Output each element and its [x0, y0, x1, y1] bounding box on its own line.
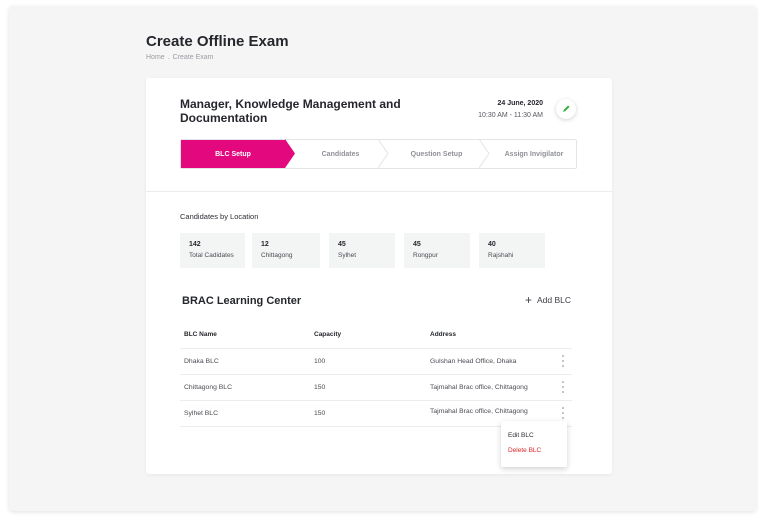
- table-row: Dhaka BLC 100 Gulshan Head Office, Dhaka: [180, 348, 572, 374]
- step-label: Question Setup: [410, 150, 463, 158]
- step-assign-invigilator[interactable]: Assign Invigilator: [491, 140, 577, 168]
- progress-stepper: BLC Setup Candidates Question Setup Assi…: [180, 139, 577, 169]
- step-chevron: [479, 139, 490, 169]
- page-title: Create Offline Exam: [146, 33, 289, 50]
- column-header-address: Address: [430, 331, 457, 338]
- stat-value: 40: [488, 241, 496, 248]
- blc-name: Dhaka BLC: [184, 358, 219, 365]
- more-vertical-icon[interactable]: [560, 407, 566, 419]
- stat-value: 45: [413, 241, 421, 248]
- blc-section-title: BRAC Learning Center: [182, 295, 302, 307]
- breadcrumb-separator: .: [167, 54, 170, 61]
- add-blc-label: Add BLC: [537, 295, 572, 305]
- exam-title: Manager, Knowledge Management and Docume…: [180, 97, 401, 125]
- stat-sylhet: 45 Sylhet: [329, 233, 395, 268]
- stat-label: Rajshahi: [488, 252, 514, 259]
- stat-total-candidates: 142 Total Cadidates: [180, 233, 245, 268]
- column-header-name: BLC Name: [184, 331, 217, 338]
- plus-icon: +: [525, 293, 533, 307]
- stat-chittagong: 12 Chittagong: [252, 233, 320, 268]
- candidates-by-location-label: Candidates by Location: [180, 212, 259, 221]
- step-label: Assign Invigilator: [504, 150, 564, 158]
- stat-label: Rongpur: [413, 252, 438, 259]
- stat-value: 12: [261, 241, 269, 248]
- table-row: Chittagong BLC 150 Tajmahal Brac office,…: [180, 374, 572, 400]
- stat-rongpur: 45 Rongpur: [404, 233, 470, 268]
- stat-label: Sylhet: [338, 252, 357, 259]
- more-vertical-icon[interactable]: [560, 381, 566, 393]
- stat-value: 142: [189, 241, 201, 248]
- blc-address: Tajmahal Brac office, Chittagong: [430, 384, 528, 391]
- blc-address: Tajmahal Brac office, Chittagong: [430, 408, 528, 415]
- column-header-capacity: Capacity: [314, 331, 342, 338]
- exam-date: 24 June, 2020: [497, 100, 543, 107]
- blc-address: Gulshan Head Office, Dhaka: [430, 358, 517, 365]
- row-context-menu: Edit BLC Delete BLC: [501, 421, 567, 467]
- step-label: Candidates: [321, 150, 360, 158]
- stat-label: Chittagong: [261, 252, 293, 259]
- section-divider: [146, 191, 612, 192]
- breadcrumb-current: Create Exam: [172, 54, 214, 61]
- step-candidates[interactable]: Candidates: [293, 140, 388, 168]
- blc-capacity: 150: [314, 384, 326, 391]
- more-vertical-icon[interactable]: [560, 355, 566, 367]
- blc-name: Sylhet BLC: [184, 410, 219, 417]
- exam-time: 10:30 AM - 11:30 AM: [478, 112, 543, 119]
- blc-capacity: 100: [314, 358, 326, 365]
- blc-capacity: 150: [314, 410, 326, 417]
- step-question-setup[interactable]: Question Setup: [389, 140, 484, 168]
- add-blc-button[interactable]: + Add BLC: [525, 293, 572, 307]
- stat-label: Total Cadidates: [189, 252, 234, 259]
- blc-name: Chittagong BLC: [184, 384, 232, 391]
- stat-rajshahi: 40 Rajshahi: [479, 233, 545, 268]
- delete-blc-menu-item[interactable]: Delete BLC: [508, 447, 541, 454]
- step-blc-setup[interactable]: BLC Setup: [181, 140, 285, 168]
- exam-card: Manager, Knowledge Management and Docume…: [146, 78, 612, 474]
- edit-blc-menu-item[interactable]: Edit BLC: [508, 432, 534, 439]
- breadcrumb-home[interactable]: Home: [146, 54, 165, 61]
- step-label: BLC Setup: [215, 150, 251, 158]
- breadcrumb: Home. Create Exam: [146, 54, 217, 61]
- stat-value: 45: [338, 241, 346, 248]
- edit-exam-button[interactable]: [556, 99, 576, 119]
- pencil-icon: [562, 100, 571, 118]
